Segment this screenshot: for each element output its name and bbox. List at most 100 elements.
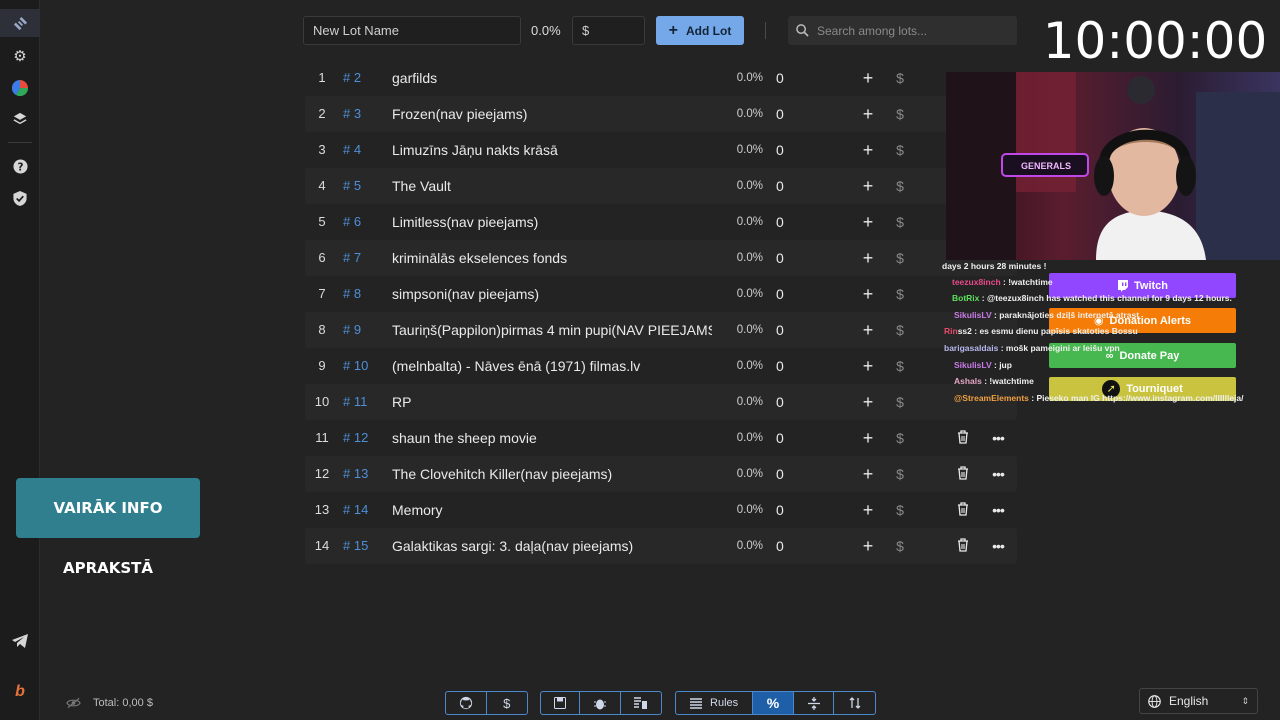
dollar-icon[interactable]: $ <box>894 141 906 159</box>
add-amount-icon[interactable]: + <box>861 321 875 339</box>
bug-report-button[interactable] <box>580 692 621 714</box>
lot-name[interactable]: Memory <box>392 492 712 528</box>
dollar-icon[interactable]: $ <box>894 357 906 375</box>
trash-icon[interactable] <box>957 502 971 518</box>
lot-name[interactable]: simpsoni(nav pieejams) <box>392 276 712 312</box>
table-row: 10 # 11 RP 0.0% 0 + $ <box>305 384 1017 420</box>
table-row: 3 # 4 Limuzīns Jāņu nakts krāsā 0.0% 0 + $ <box>305 132 1017 168</box>
lot-id[interactable]: # 7 <box>343 240 361 276</box>
more-options-icon[interactable]: ••• <box>990 465 1006 483</box>
compact-view-toggle[interactable] <box>794 692 835 714</box>
dollar-icon[interactable]: $ <box>894 285 906 303</box>
language-select[interactable]: English ⇕ <box>1139 688 1258 714</box>
lot-percent: 0.0% <box>736 108 763 120</box>
percent-icon: % <box>766 695 780 711</box>
lot-name[interactable]: Limitless(nav pieejams) <box>392 204 712 240</box>
dollar-icon[interactable]: $ <box>894 465 906 483</box>
lot-id[interactable]: # 14 <box>343 492 368 528</box>
lot-id[interactable]: # 13 <box>343 456 368 492</box>
lot-name[interactable]: shaun the sheep movie <box>392 420 712 456</box>
compress-icon <box>807 696 820 710</box>
chat-message-text: : !watchtime <box>981 376 1034 386</box>
lot-id[interactable]: # 4 <box>343 132 361 168</box>
dollar-icon[interactable]: $ <box>894 501 906 519</box>
sort-toggle[interactable] <box>834 692 875 714</box>
gear-icon[interactable]: ⚙ <box>0 42 40 70</box>
trash-icon[interactable] <box>957 430 971 446</box>
add-amount-icon[interactable]: + <box>861 357 875 375</box>
dollar-icon[interactable]: $ <box>894 537 906 555</box>
lot-id[interactable]: # 15 <box>343 528 368 564</box>
add-amount-icon[interactable]: + <box>861 393 875 411</box>
lot-name[interactable]: RP <box>392 384 712 420</box>
lot-id[interactable]: # 11 <box>343 384 367 420</box>
lot-id[interactable]: # 6 <box>343 204 361 240</box>
lot-name[interactable]: The Clovehitch Killer(nav pieejams) <box>392 456 712 492</box>
pie-chart-icon[interactable] <box>0 74 40 102</box>
lot-name[interactable]: The Vault <box>392 168 712 204</box>
eye-off-icon[interactable] <box>66 697 81 709</box>
add-amount-icon[interactable]: + <box>861 537 875 555</box>
lot-name[interactable]: kriminālās ekselences fonds <box>392 240 712 276</box>
lot-name[interactable]: Limuzīns Jāņu nakts krāsā <box>392 132 712 168</box>
github-button[interactable] <box>446 692 487 714</box>
lot-name[interactable]: Galaktikas sargi: 3. daļa(nav pieejams) <box>392 528 712 564</box>
lot-id[interactable]: # 5 <box>343 168 361 204</box>
lot-id[interactable]: # 3 <box>343 96 361 132</box>
add-amount-icon[interactable]: + <box>861 105 875 123</box>
add-amount-icon[interactable]: + <box>861 69 875 87</box>
lot-number: 4 <box>318 178 326 193</box>
new-lot-name-input[interactable]: New Lot Name <box>303 16 521 45</box>
dollar-icon[interactable]: $ <box>894 213 906 231</box>
trash-icon[interactable] <box>957 538 971 554</box>
layers-icon[interactable] <box>0 105 40 133</box>
lot-id[interactable]: # 8 <box>343 276 361 312</box>
gavel-icon[interactable] <box>0 9 40 37</box>
more-options-icon[interactable]: ••• <box>990 429 1006 447</box>
lot-id[interactable]: # 9 <box>343 312 361 348</box>
add-amount-icon[interactable]: + <box>861 177 875 195</box>
percent-toggle[interactable]: % <box>753 692 794 714</box>
add-amount-icon[interactable]: + <box>861 465 875 483</box>
dollar-icon[interactable]: $ <box>894 249 906 267</box>
boosty-icon[interactable]: b <box>0 678 40 706</box>
dollar-icon[interactable]: $ <box>894 177 906 195</box>
dollar-icon[interactable]: $ <box>894 429 906 447</box>
lot-name[interactable]: (melnbalta) - Nāves ēnā (1971) filmas.lv <box>392 348 712 384</box>
dollar-icon[interactable]: $ <box>894 393 906 411</box>
add-amount-icon[interactable]: + <box>861 501 875 519</box>
save-button[interactable] <box>541 692 581 714</box>
lot-name[interactable]: Tauriņš(Pappilon)pirmas 4 min pupi(NAV P… <box>392 312 712 348</box>
dollar-icon[interactable]: $ <box>894 105 906 123</box>
add-lot-label: Add Lot <box>686 23 732 38</box>
dollar-icon[interactable]: $ <box>894 321 906 339</box>
add-amount-icon[interactable]: + <box>861 249 875 267</box>
dollar-icon[interactable]: $ <box>894 69 906 87</box>
add-amount-icon[interactable]: + <box>861 285 875 303</box>
add-amount-icon[interactable]: + <box>861 141 875 159</box>
clear-lots-button[interactable] <box>621 692 661 714</box>
shield-check-icon[interactable] <box>0 184 40 212</box>
lot-name[interactable]: Frozen(nav pieejams) <box>392 96 712 132</box>
lot-id[interactable]: # 10 <box>343 348 368 384</box>
lot-amount: 0 <box>776 322 784 338</box>
table-row: 11 # 12 shaun the sheep movie 0.0% 0 + $ ••• <box>305 420 1017 456</box>
add-lot-button[interactable]: + Add Lot <box>656 16 744 45</box>
add-amount-icon[interactable]: + <box>861 429 875 447</box>
more-options-icon[interactable]: ••• <box>990 537 1006 555</box>
search-input[interactable]: Search among lots... <box>788 16 1017 45</box>
amount-input[interactable]: $ <box>572 16 645 45</box>
table-row: 2 # 3 Frozen(nav pieejams) 0.0% 0 + $ <box>305 96 1017 132</box>
lot-id[interactable]: # 2 <box>343 60 361 96</box>
lot-amount: 0 <box>776 70 784 86</box>
add-amount-icon[interactable]: + <box>861 213 875 231</box>
lot-id[interactable]: # 12 <box>343 420 368 456</box>
help-icon[interactable]: ? <box>0 152 40 180</box>
rules-button[interactable]: Rules <box>676 692 754 714</box>
trash-icon[interactable] <box>957 466 971 482</box>
telegram-icon[interactable] <box>0 627 40 655</box>
lot-number: 12 <box>314 466 330 481</box>
more-options-icon[interactable]: ••• <box>990 501 1006 519</box>
lot-name[interactable]: garfilds <box>392 60 712 96</box>
donate-button[interactable]: $ <box>487 692 528 714</box>
